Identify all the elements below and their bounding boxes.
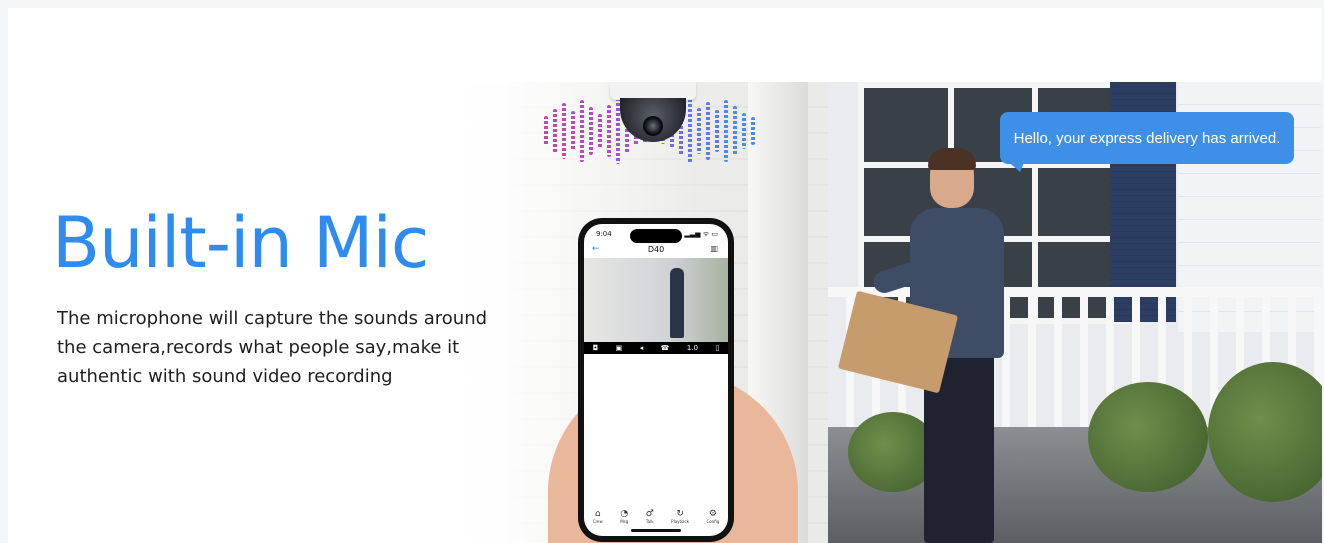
smartphone: 9:04 ▂▃▅ ᯤ ▭ ← D40 ▥ ◘ ▣ ◂ ☎ 1.0 ▯ ⌂ Crew bbox=[578, 218, 734, 542]
phone-tab-bar: ⌂ Crew ◔ Msg ♂ Talk ↻ Playback ⚙ Config bbox=[584, 509, 728, 524]
page-frame: 9:04 ▂▃▅ ᯤ ▭ ← D40 ▥ ◘ ▣ ◂ ☎ 1.0 ▯ ⌂ Crew bbox=[8, 8, 1322, 543]
sound-wave-bar bbox=[571, 111, 575, 151]
sound-wave-bar bbox=[724, 100, 728, 162]
delivery-man-hair bbox=[928, 148, 976, 170]
banner-description: The microphone will capture the sounds a… bbox=[57, 308, 488, 387]
sound-wave-bar bbox=[553, 109, 557, 153]
sound-wave-bar bbox=[697, 108, 701, 154]
sound-wave-bar bbox=[544, 116, 548, 146]
sound-wave-bar bbox=[598, 114, 602, 148]
sound-wave-bar bbox=[751, 117, 755, 145]
home-icon: ⌂ bbox=[594, 509, 601, 519]
sound-wave-bar bbox=[706, 102, 710, 160]
snapshot-icon[interactable]: ◘ bbox=[593, 344, 599, 352]
phone-screen: 9:04 ▂▃▅ ᯤ ▭ ← D40 ▥ ◘ ▣ ◂ ☎ 1.0 ▯ ⌂ Crew bbox=[584, 224, 728, 536]
delivery-man bbox=[837, 148, 1028, 543]
sound-wave-bar bbox=[715, 110, 719, 152]
sound-wave-bar bbox=[562, 103, 566, 159]
tab-playback[interactable]: ↻ Playback bbox=[671, 509, 689, 524]
feed-person bbox=[670, 268, 684, 338]
camera-lens bbox=[643, 116, 663, 136]
tab-crew[interactable]: ⌂ Crew bbox=[593, 509, 603, 524]
bush bbox=[1088, 382, 1208, 492]
sound-wave-bar bbox=[589, 107, 593, 155]
gear-icon: ⚙ bbox=[708, 509, 717, 519]
bell-icon: ◔ bbox=[620, 509, 629, 519]
product-banner: 9:04 ▂▃▅ ᯤ ▭ ← D40 ▥ ◘ ▣ ◂ ☎ 1.0 ▯ ⌂ Crew bbox=[8, 82, 1322, 543]
sound-wave-bar bbox=[580, 100, 584, 162]
tab-talk[interactable]: ♂ Talk bbox=[646, 509, 654, 524]
sound-wave-bar bbox=[742, 113, 746, 149]
dome-camera-icon bbox=[610, 82, 696, 144]
tab-config[interactable]: ⚙ Config bbox=[706, 509, 719, 524]
home-indicator bbox=[631, 529, 681, 532]
status-icons: ▂▃▅ ᯤ ▭ bbox=[684, 230, 718, 238]
fullscreen-icon[interactable]: ▯ bbox=[715, 344, 719, 352]
phone-notch bbox=[630, 229, 682, 243]
layout-grid-icon[interactable]: ▥ bbox=[710, 244, 718, 253]
microphone-icon: ♂ bbox=[645, 509, 654, 519]
sound-wave-bar bbox=[733, 106, 737, 156]
speech-bubble: Hello, your express delivery has arrived… bbox=[1000, 112, 1294, 164]
speaker-icon[interactable]: ◂ bbox=[640, 344, 644, 352]
zoom-level[interactable]: 1.0 bbox=[687, 344, 698, 352]
video-toolbar: ◘ ▣ ◂ ☎ 1.0 ▯ bbox=[584, 342, 728, 354]
record-icon[interactable]: ▣ bbox=[616, 344, 623, 352]
banner-title: Built-in Mic bbox=[52, 202, 429, 284]
camera-name-title: D40 bbox=[647, 245, 665, 254]
live-video-feed[interactable] bbox=[584, 258, 728, 342]
status-time: 9:04 bbox=[596, 230, 612, 238]
playback-icon: ↻ bbox=[676, 509, 684, 519]
talk-icon[interactable]: ☎ bbox=[661, 344, 670, 352]
tab-msg[interactable]: ◔ Msg bbox=[620, 509, 628, 524]
